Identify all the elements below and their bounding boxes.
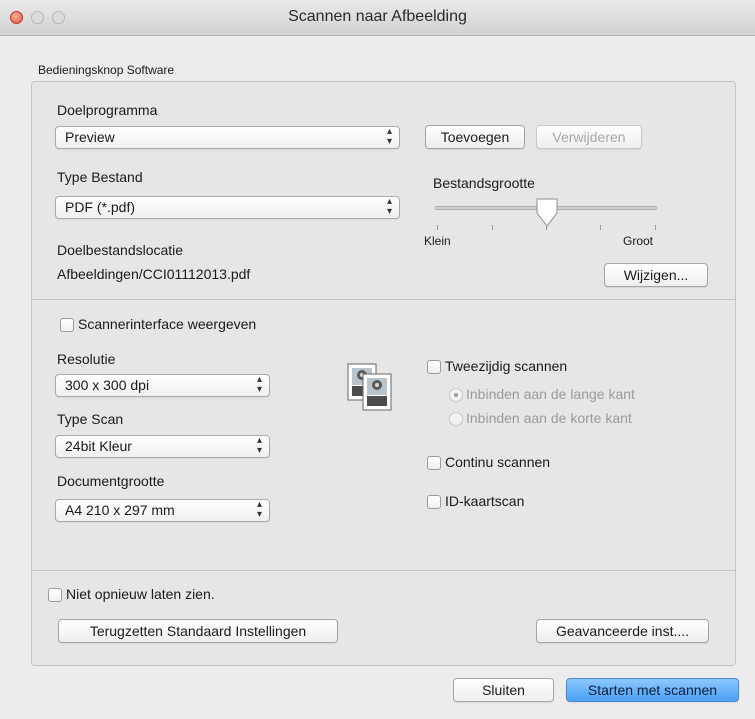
continuous-scan-checkbox[interactable] [427,456,441,470]
document-size-value: A4 210 x 297 mm [65,502,175,518]
file-size-label: Bestandsgrootte [433,175,535,191]
updown-arrows-icon: ▴ ▾ [386,196,392,217]
file-type-value: PDF (*.pdf) [65,199,136,215]
group-title: Bedieningsknop Software [38,63,175,77]
remove-button[interactable]: Verwijderen [536,125,642,149]
duplex-label: Tweezijdig scannen [445,358,568,374]
resolution-label: Resolutie [57,351,116,367]
divider [32,299,735,300]
slider-tick [437,225,438,230]
updown-arrows-icon: ▴ ▾ [386,126,392,147]
target-app-value: Preview [65,129,115,145]
id-card-scan-label: ID-kaartscan [445,493,525,509]
scan-type-value: 24bit Kleur [65,438,132,454]
dont-show-again-checkbox[interactable] [48,588,62,602]
updown-arrows-icon: ▴ ▾ [256,435,262,456]
target-app-label: Doelprogramma [57,102,158,118]
target-app-select[interactable]: Preview ▴ ▾ [55,126,400,149]
continuous-scan-label: Continu scannen [445,454,551,470]
duplex-long-edge-label: Inbinden aan de lange kant [466,386,635,402]
document-size-label: Documentgrootte [57,473,165,489]
resolution-value: 300 x 300 dpi [65,377,150,393]
window-title: Scannen naar Afbeelding [288,8,467,25]
slider-min-label: Klein [424,234,451,248]
scanner-interface-checkbox[interactable] [60,318,74,332]
slider-tick [546,225,547,230]
add-button[interactable]: Toevoegen [425,125,525,149]
updown-arrows-icon: ▴ ▾ [256,499,262,520]
slider-tick [655,225,656,230]
updown-arrows-icon: ▴ ▾ [256,374,262,395]
duplex-long-edge-radio[interactable] [449,388,463,402]
file-size-slider-knob[interactable] [535,198,559,228]
advanced-settings-button[interactable]: Geavanceerde inst.... [536,619,709,643]
duplex-pages-icon [347,363,392,411]
slider-max-label: Groot [623,234,654,248]
divider [32,570,735,571]
dont-show-again-label: Niet opnieuw laten zien. [66,586,215,602]
duplex-short-edge-radio[interactable] [449,412,463,426]
slider-tick [600,225,601,230]
close-button[interactable]: Sluiten [453,678,554,702]
document-size-select[interactable]: A4 210 x 297 mm ▴ ▾ [55,499,270,522]
reset-defaults-button[interactable]: Terugzetten Standaard Instellingen [58,619,338,643]
dialog-window: Scannen naar Afbeelding Bedieningsknop S… [0,0,755,719]
scanner-interface-label: Scannerinterface weergeven [78,316,257,332]
duplex-checkbox[interactable] [427,360,441,374]
id-card-scan-checkbox[interactable] [427,495,441,509]
duplex-short-edge-label: Inbinden aan de korte kant [466,410,632,426]
resolution-select[interactable]: 300 x 300 dpi ▴ ▾ [55,374,270,397]
scan-type-label: Type Scan [57,411,124,427]
start-scan-button[interactable]: Starten met scannen [566,678,739,702]
destination-label: Doelbestandslocatie [57,242,184,258]
slider-tick [492,225,493,230]
title-bar[interactable]: Scannen naar Afbeelding [0,0,755,36]
file-type-label: Type Bestand [57,169,143,185]
change-location-button[interactable]: Wijzigen... [604,263,708,287]
scan-type-select[interactable]: 24bit Kleur ▴ ▾ [55,435,270,458]
destination-path: Afbeeldingen/CCI01112013.pdf [57,266,251,282]
file-type-select[interactable]: PDF (*.pdf) ▴ ▾ [55,196,400,219]
